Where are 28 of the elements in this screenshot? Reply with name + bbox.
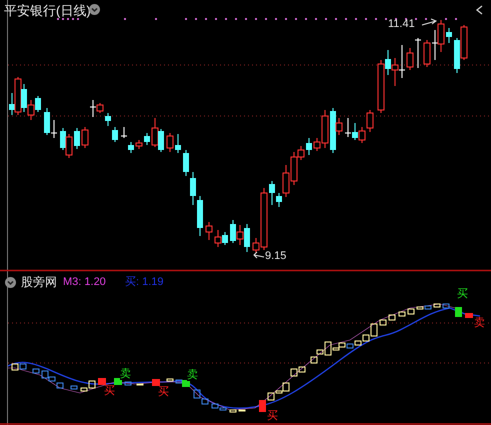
indicator-name: 股旁网 [21,276,57,288]
indicator-value: 买: 1.19 [125,277,164,288]
signal-label: 卖 [120,369,131,380]
signal-label: 买 [267,411,278,422]
signal-label: 卖 [474,318,485,329]
indicator-value: M3: 1.20 [63,277,106,288]
signal-label: 买 [104,386,115,397]
leader-line [422,18,438,26]
signal-label: 卖 [187,370,198,381]
stock-title: 平安银行(日线) [4,4,91,17]
candlestick [136,140,142,150]
candlestick [446,28,452,44]
candlestick [74,128,80,150]
candlestick [120,126,128,138]
price-label: 9.15 [265,251,286,262]
candlestick [82,126,88,148]
signal-label: 买 [457,289,468,300]
candlestick [175,134,181,154]
candlestick [128,142,134,154]
price-label: 11.41 [388,19,415,30]
candlestick [144,132,150,146]
candlestick [206,222,212,240]
candlestick [166,132,174,152]
candlestick [306,138,312,156]
signal-label: 买 [158,387,169,398]
leader-line [253,252,264,258]
dropdown-icon[interactable] [5,277,16,288]
dropdown-icon[interactable] [89,4,100,15]
